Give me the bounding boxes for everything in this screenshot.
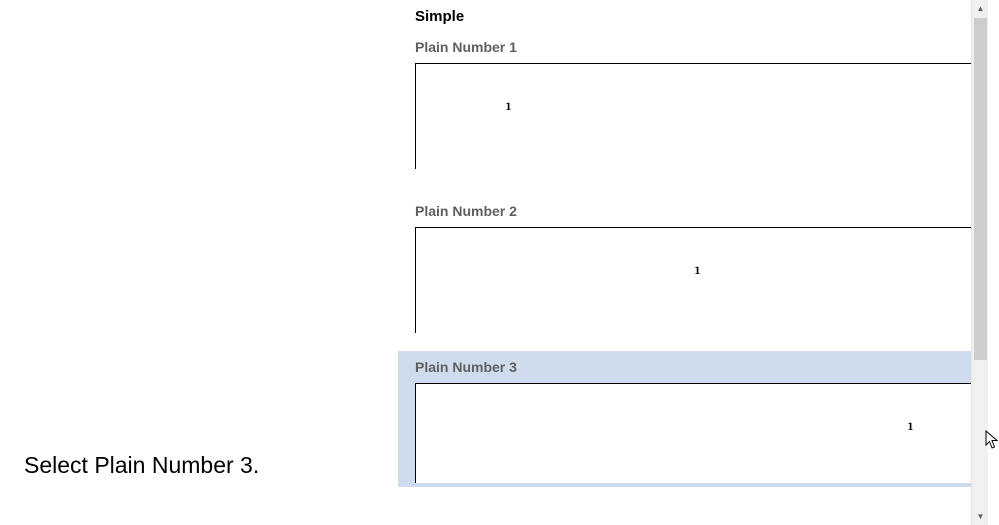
- preview-page-number: 1: [506, 100, 511, 113]
- option-plain-number-1[interactable]: Plain Number 1 1: [398, 31, 988, 173]
- section-header-simple: Simple: [398, 0, 988, 31]
- option-plain-number-3[interactable]: Plain Number 3 1: [398, 351, 988, 487]
- instruction-text: Select Plain Number 3.: [24, 452, 259, 479]
- option-label: Plain Number 2: [406, 197, 980, 227]
- option-preview: 1: [415, 227, 980, 333]
- option-label: Plain Number 3: [406, 353, 980, 383]
- option-preview: 1: [415, 63, 980, 169]
- spacer: [398, 337, 988, 351]
- option-preview: 1: [415, 383, 980, 483]
- option-label: Plain Number 1: [406, 33, 980, 63]
- scroll-up-arrow-icon[interactable]: ▲: [972, 0, 989, 17]
- vertical-scrollbar[interactable]: ▲ ▼: [971, 0, 988, 525]
- spacer: [398, 173, 988, 195]
- option-plain-number-2[interactable]: Plain Number 2 1: [398, 195, 988, 337]
- page-number-gallery: Simple Plain Number 1 1 Plain Number 2 1…: [398, 0, 988, 525]
- scroll-down-arrow-icon[interactable]: ▼: [972, 508, 989, 525]
- preview-page-number: 1: [908, 420, 913, 433]
- preview-page-number: 1: [695, 264, 700, 277]
- scrollbar-thumb[interactable]: [974, 18, 987, 360]
